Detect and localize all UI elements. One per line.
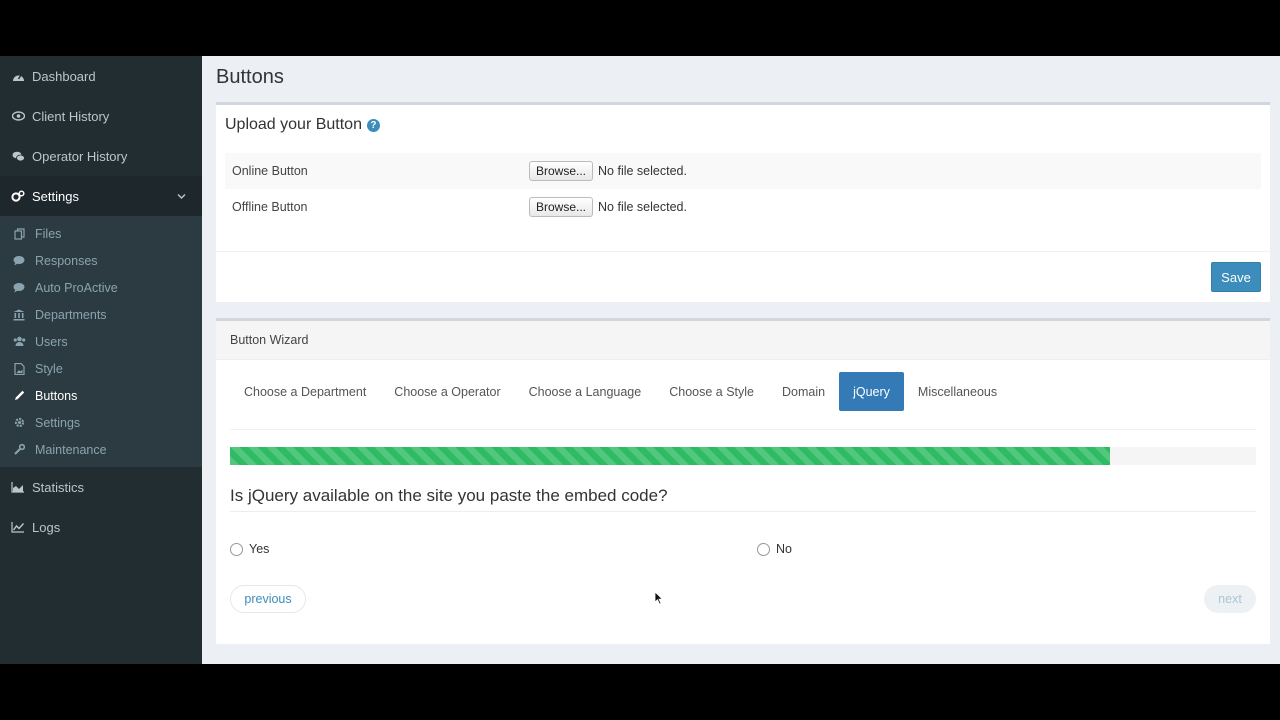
area-chart-icon — [10, 480, 26, 494]
upload-box: Upload your Button ? Online Button Brows… — [216, 102, 1270, 302]
question-circle-icon[interactable]: ? — [366, 118, 380, 132]
submenu-item-auto-proactive[interactable]: Auto ProActive — [0, 274, 202, 301]
online-button-label: Online Button — [232, 164, 308, 178]
radio-yes-label: Yes — [249, 542, 270, 556]
users-icon — [12, 336, 26, 348]
tab-choose-language[interactable]: Choose a Language — [515, 372, 656, 411]
submenu-item-label: Settings — [35, 415, 81, 430]
wrench-icon — [12, 444, 26, 456]
sidebar-item-label: Logs — [32, 519, 61, 535]
file-row-offline: Offline Button Browse... No file selecte… — [225, 189, 1261, 225]
submenu-item-label: Responses — [35, 253, 98, 268]
tab-divider — [230, 429, 1256, 430]
sidebar-item-settings[interactable]: Settings — [0, 176, 202, 216]
radio-yes-control[interactable] — [230, 542, 243, 556]
wizard-header: Button Wizard — [216, 321, 1270, 360]
radio-no-label: No — [776, 542, 792, 556]
sidebar-item-label: Operator History — [32, 148, 128, 164]
sidebar-item-logs[interactable]: Logs — [0, 507, 202, 547]
file-status-online: No file selected. — [598, 164, 687, 178]
submenu-item-label: Departments — [35, 307, 107, 322]
files-icon — [12, 227, 26, 240]
submenu-item-label: Files — [35, 226, 62, 241]
tab-choose-operator[interactable]: Choose a Operator — [380, 372, 514, 411]
submenu-item-label: Maintenance — [35, 442, 107, 457]
radio-no[interactable]: No — [757, 542, 792, 556]
upload-title: Upload your Button ? — [225, 116, 380, 134]
file-status-offline: No file selected. — [598, 200, 687, 214]
radio-no-control[interactable] — [757, 542, 770, 556]
progress-bar — [230, 447, 1256, 465]
tab-miscellaneous[interactable]: Miscellaneous — [904, 372, 1011, 411]
tab-choose-style[interactable]: Choose a Style — [655, 372, 768, 411]
browse-button-offline[interactable]: Browse... — [529, 197, 594, 217]
submenu-item-departments[interactable]: Departments — [0, 301, 202, 328]
submenu-item-label: Buttons — [35, 388, 78, 403]
submenu-item-files[interactable]: Files — [0, 220, 202, 247]
sidebar-item-label: Settings — [32, 188, 79, 204]
previous-button[interactable]: previous — [230, 585, 306, 613]
gear-icon — [12, 417, 26, 429]
sidebar-item-operator-history[interactable]: Operator History — [0, 136, 202, 176]
browse-button-online[interactable]: Browse... — [529, 161, 594, 181]
sidebar-item-label: Dashboard — [32, 68, 96, 84]
submenu-item-label: Style — [35, 361, 63, 376]
radio-yes[interactable]: Yes — [230, 542, 269, 556]
tab-jquery[interactable]: jQuery — [839, 372, 904, 411]
submenu-item-style[interactable]: Style — [0, 355, 202, 382]
submenu-item-settings[interactable]: Settings — [0, 409, 202, 436]
sidebar-item-label: Statistics — [32, 479, 85, 495]
upload-title-text: Upload your Button — [225, 116, 362, 133]
wizard-question: Is jQuery available on the site you past… — [230, 486, 668, 505]
wizard-tabs: Choose a Department Choose a Operator Ch… — [230, 372, 1011, 411]
offline-button-label: Offline Button — [232, 200, 308, 214]
upload-footer-divider — [216, 251, 1270, 252]
question-divider — [230, 511, 1256, 512]
cogs-icon — [10, 189, 26, 203]
sidebar-item-label: Client History — [32, 108, 110, 124]
dashboard-icon — [10, 69, 26, 83]
submenu-item-label: Auto ProActive — [35, 280, 118, 295]
wizard-box: Button Wizard Choose a Department Choose… — [216, 318, 1270, 644]
comment-icon — [12, 255, 26, 267]
sidebar: Dashboard Client History Operator Histor… — [0, 56, 202, 664]
comment-icon — [12, 282, 26, 294]
eye-icon — [10, 109, 26, 123]
mouse-cursor-icon — [654, 591, 664, 610]
submenu-item-responses[interactable]: Responses — [0, 247, 202, 274]
sidebar-item-dashboard[interactable]: Dashboard — [0, 56, 202, 96]
pencil-icon — [12, 390, 26, 402]
app: Dashboard Client History Operator Histor… — [0, 56, 1280, 664]
submenu-item-users[interactable]: Users — [0, 328, 202, 355]
tab-choose-department[interactable]: Choose a Department — [230, 372, 380, 411]
bank-icon — [12, 309, 26, 321]
submenu-item-maintenance[interactable]: Maintenance — [0, 436, 202, 463]
page-title: Buttons — [216, 66, 284, 88]
comments-icon — [10, 149, 26, 163]
progress-bar-fill — [230, 447, 1111, 465]
submenu-item-label: Users — [35, 334, 68, 349]
sidebar-item-statistics[interactable]: Statistics — [0, 467, 202, 507]
submenu-item-buttons[interactable]: Buttons — [0, 382, 202, 409]
line-chart-icon — [10, 520, 26, 534]
file-row-online: Online Button Browse... No file selected… — [225, 153, 1261, 189]
save-button[interactable]: Save — [1211, 262, 1261, 292]
chevron-down-icon[interactable] — [177, 188, 186, 203]
sidebar-item-client-history[interactable]: Client History — [0, 96, 202, 136]
file-image-icon — [12, 362, 26, 375]
tab-domain[interactable]: Domain — [768, 372, 839, 411]
next-button[interactable]: next — [1204, 585, 1256, 613]
settings-submenu: Files Responses Auto ProActive Departmen… — [0, 216, 202, 467]
